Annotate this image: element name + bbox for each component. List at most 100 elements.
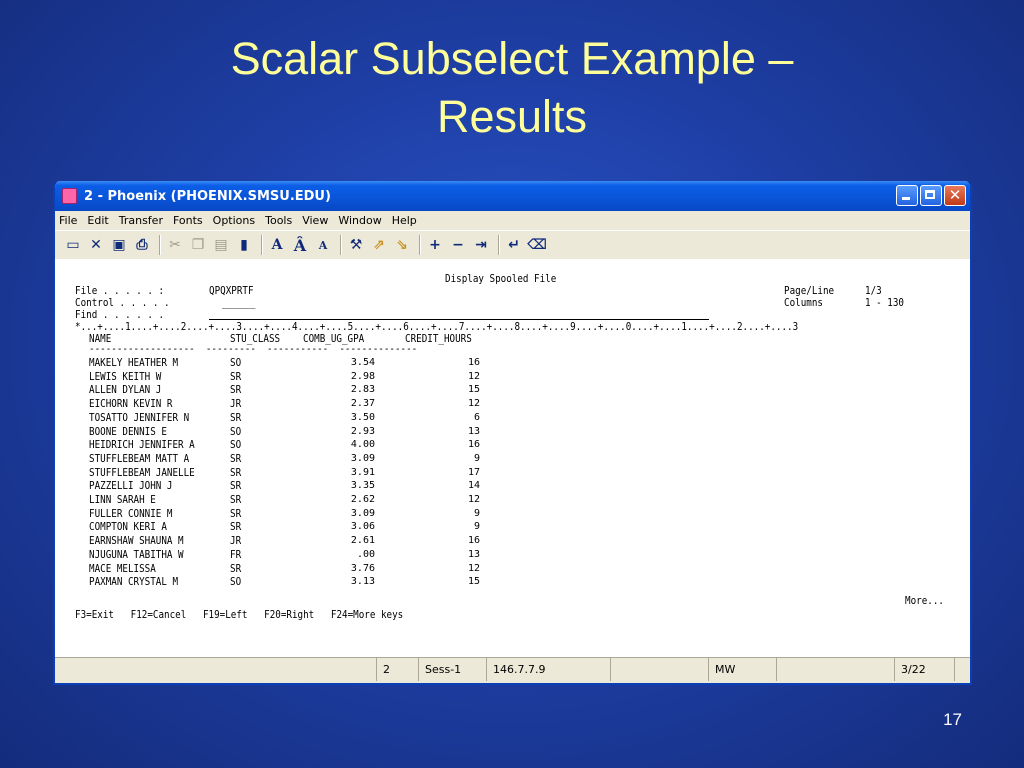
font-smaller-icon[interactable]: A <box>313 235 333 255</box>
status-blank-2 <box>777 658 895 681</box>
row-stu-class: SR <box>230 506 242 520</box>
column-ruler: *...+....1....+....2....+....3....+....4… <box>75 320 799 333</box>
menu-file[interactable]: File <box>59 214 77 227</box>
status-host: 146.7.7.9 <box>487 658 611 681</box>
row-credit-hours: 9 <box>473 521 480 533</box>
row-gpa: 2.83 <box>350 384 375 396</box>
resize-grip-icon[interactable] <box>955 658 970 681</box>
row-credit-hours: 17 <box>467 466 480 478</box>
paste-icon[interactable]: ▤ <box>211 235 231 255</box>
slide-title-line2: Results <box>436 91 588 142</box>
erase-icon[interactable]: ⌫ <box>527 235 547 255</box>
window-controls: ✕ <box>896 185 966 206</box>
menu-help[interactable]: Help <box>392 214 417 227</box>
more-indicator: More... <box>905 594 944 607</box>
minus-icon[interactable]: − <box>448 235 468 255</box>
row-name: PAZZELLI JOHN J <box>89 479 173 493</box>
minimize-button[interactable] <box>896 185 918 206</box>
status-mode: MW <box>709 658 777 681</box>
disconnect-icon[interactable]: ✕ <box>86 235 106 255</box>
tab-icon[interactable]: ⇥ <box>471 235 491 255</box>
row-name: BOONE DENNIS E <box>89 424 167 438</box>
row-credit-hours: 13 <box>467 425 480 437</box>
terminal-screen[interactable]: Display Spooled File File . . . . . : QP… <box>55 259 970 657</box>
window-titlebar[interactable]: 2 - Phoenix (PHOENIX.SMSU.EDU) ✕ <box>55 181 970 211</box>
keyboard-icon[interactable]: ▮ <box>234 235 254 255</box>
row-gpa: 3.09 <box>350 507 375 519</box>
app-icon[interactable] <box>62 188 77 204</box>
receive-file-icon[interactable]: ⇘ <box>392 235 412 255</box>
row-name: COMPTON KERI A <box>89 520 167 534</box>
close-button[interactable]: ✕ <box>944 185 966 206</box>
menu-tools[interactable]: Tools <box>265 214 292 227</box>
menu-bar: File Edit Transfer Fonts Options Tools V… <box>55 211 970 230</box>
columns-label: Columns <box>784 296 823 309</box>
columns-value: 1 - 130 <box>865 296 904 309</box>
page-line-value: 1/3 <box>865 284 882 297</box>
screen-header-title: Display Spooled File <box>445 272 557 285</box>
row-name: EICHORN KEVIN R <box>89 397 173 411</box>
row-stu-class: SR <box>230 383 242 397</box>
maximize-button[interactable] <box>920 185 942 206</box>
maximize-icon <box>925 190 935 199</box>
row-credit-hours: 9 <box>473 452 480 464</box>
copy-icon[interactable]: ❐ <box>188 235 208 255</box>
row-name: STUFFLEBEAM MATT A <box>89 451 190 465</box>
row-name: STUFFLEBEAM JANELLE <box>89 465 195 479</box>
menu-transfer[interactable]: Transfer <box>119 214 163 227</box>
menu-view[interactable]: View <box>302 214 328 227</box>
menu-fonts[interactable]: Fonts <box>173 214 203 227</box>
page-number: 17 <box>943 710 962 729</box>
row-gpa: 3.54 <box>350 357 375 368</box>
window-title: 2 - Phoenix (PHOENIX.SMSU.EDU) <box>84 188 331 204</box>
row-credit-hours: 12 <box>467 370 480 382</box>
control-input[interactable]: ______ <box>222 297 255 309</box>
row-credit-hours: 13 <box>467 548 480 560</box>
status-message <box>55 658 377 681</box>
row-stu-class: SR <box>230 369 242 383</box>
row-name: LINN SARAH E <box>89 493 156 506</box>
row-name: NJUGUNA TABITHA W <box>89 547 184 561</box>
monitor-icon[interactable]: ▭ <box>63 235 83 255</box>
phoenix-window: 2 - Phoenix (PHOENIX.SMSU.EDU) ✕ File Ed… <box>53 181 972 685</box>
toolbar-separator <box>159 235 161 255</box>
row-stu-class: SR <box>230 520 242 534</box>
row-credit-hours: 16 <box>467 439 480 451</box>
cut-icon[interactable]: ✂ <box>165 235 185 255</box>
row-credit-hours: 12 <box>467 398 480 410</box>
row-credit-hours: 16 <box>467 535 480 547</box>
row-stu-class: SO <box>230 424 242 438</box>
row-stu-class: SR <box>230 479 242 493</box>
toolbar: ▭ ✕ ▣ ⎙ ✂ ❐ ▤ ▮ A Â A ⚒ ⇗ ⇘ + − ⇥ ↵ ⌫ <box>55 230 970 260</box>
row-stu-class: SR <box>230 451 242 465</box>
font-larger-icon[interactable]: Â <box>290 235 310 255</box>
row-gpa: 2.98 <box>350 370 375 382</box>
plus-icon[interactable]: + <box>425 235 445 255</box>
row-credit-hours: 6 <box>473 411 480 423</box>
row-stu-class: SO <box>230 356 242 369</box>
font-icon[interactable]: A <box>267 235 287 255</box>
header-underline: ------------------- --------- ----------… <box>89 342 418 355</box>
send-file-icon[interactable]: ⇗ <box>369 235 389 255</box>
menu-edit[interactable]: Edit <box>87 214 108 227</box>
page-line-label: Page/Line <box>784 284 835 297</box>
print-icon[interactable]: ⎙ <box>132 235 152 255</box>
row-stu-class: SR <box>230 493 242 506</box>
save-icon[interactable]: ▣ <box>109 235 129 255</box>
row-name: HEIDRICH JENNIFER A <box>89 438 195 452</box>
row-name: MAKELY HEATHER M <box>89 356 179 369</box>
slide-title-line1: Scalar Subselect Example – <box>230 33 794 84</box>
close-icon: ✕ <box>948 186 962 204</box>
row-stu-class: JR <box>230 534 242 548</box>
menu-window[interactable]: Window <box>338 214 381 227</box>
tools-icon[interactable]: ⚒ <box>346 235 366 255</box>
row-gpa: 3.91 <box>350 466 375 478</box>
menu-options[interactable]: Options <box>213 214 255 227</box>
row-gpa: .00 <box>356 548 375 560</box>
find-label: Find . . . . . . <box>75 308 165 321</box>
status-blank-1 <box>611 658 709 681</box>
status-session: Sess-1 <box>419 658 487 681</box>
file-label: File . . . . . : <box>75 284 165 297</box>
control-label: Control . . . . . <box>75 296 170 309</box>
enter-icon[interactable]: ↵ <box>504 235 524 255</box>
